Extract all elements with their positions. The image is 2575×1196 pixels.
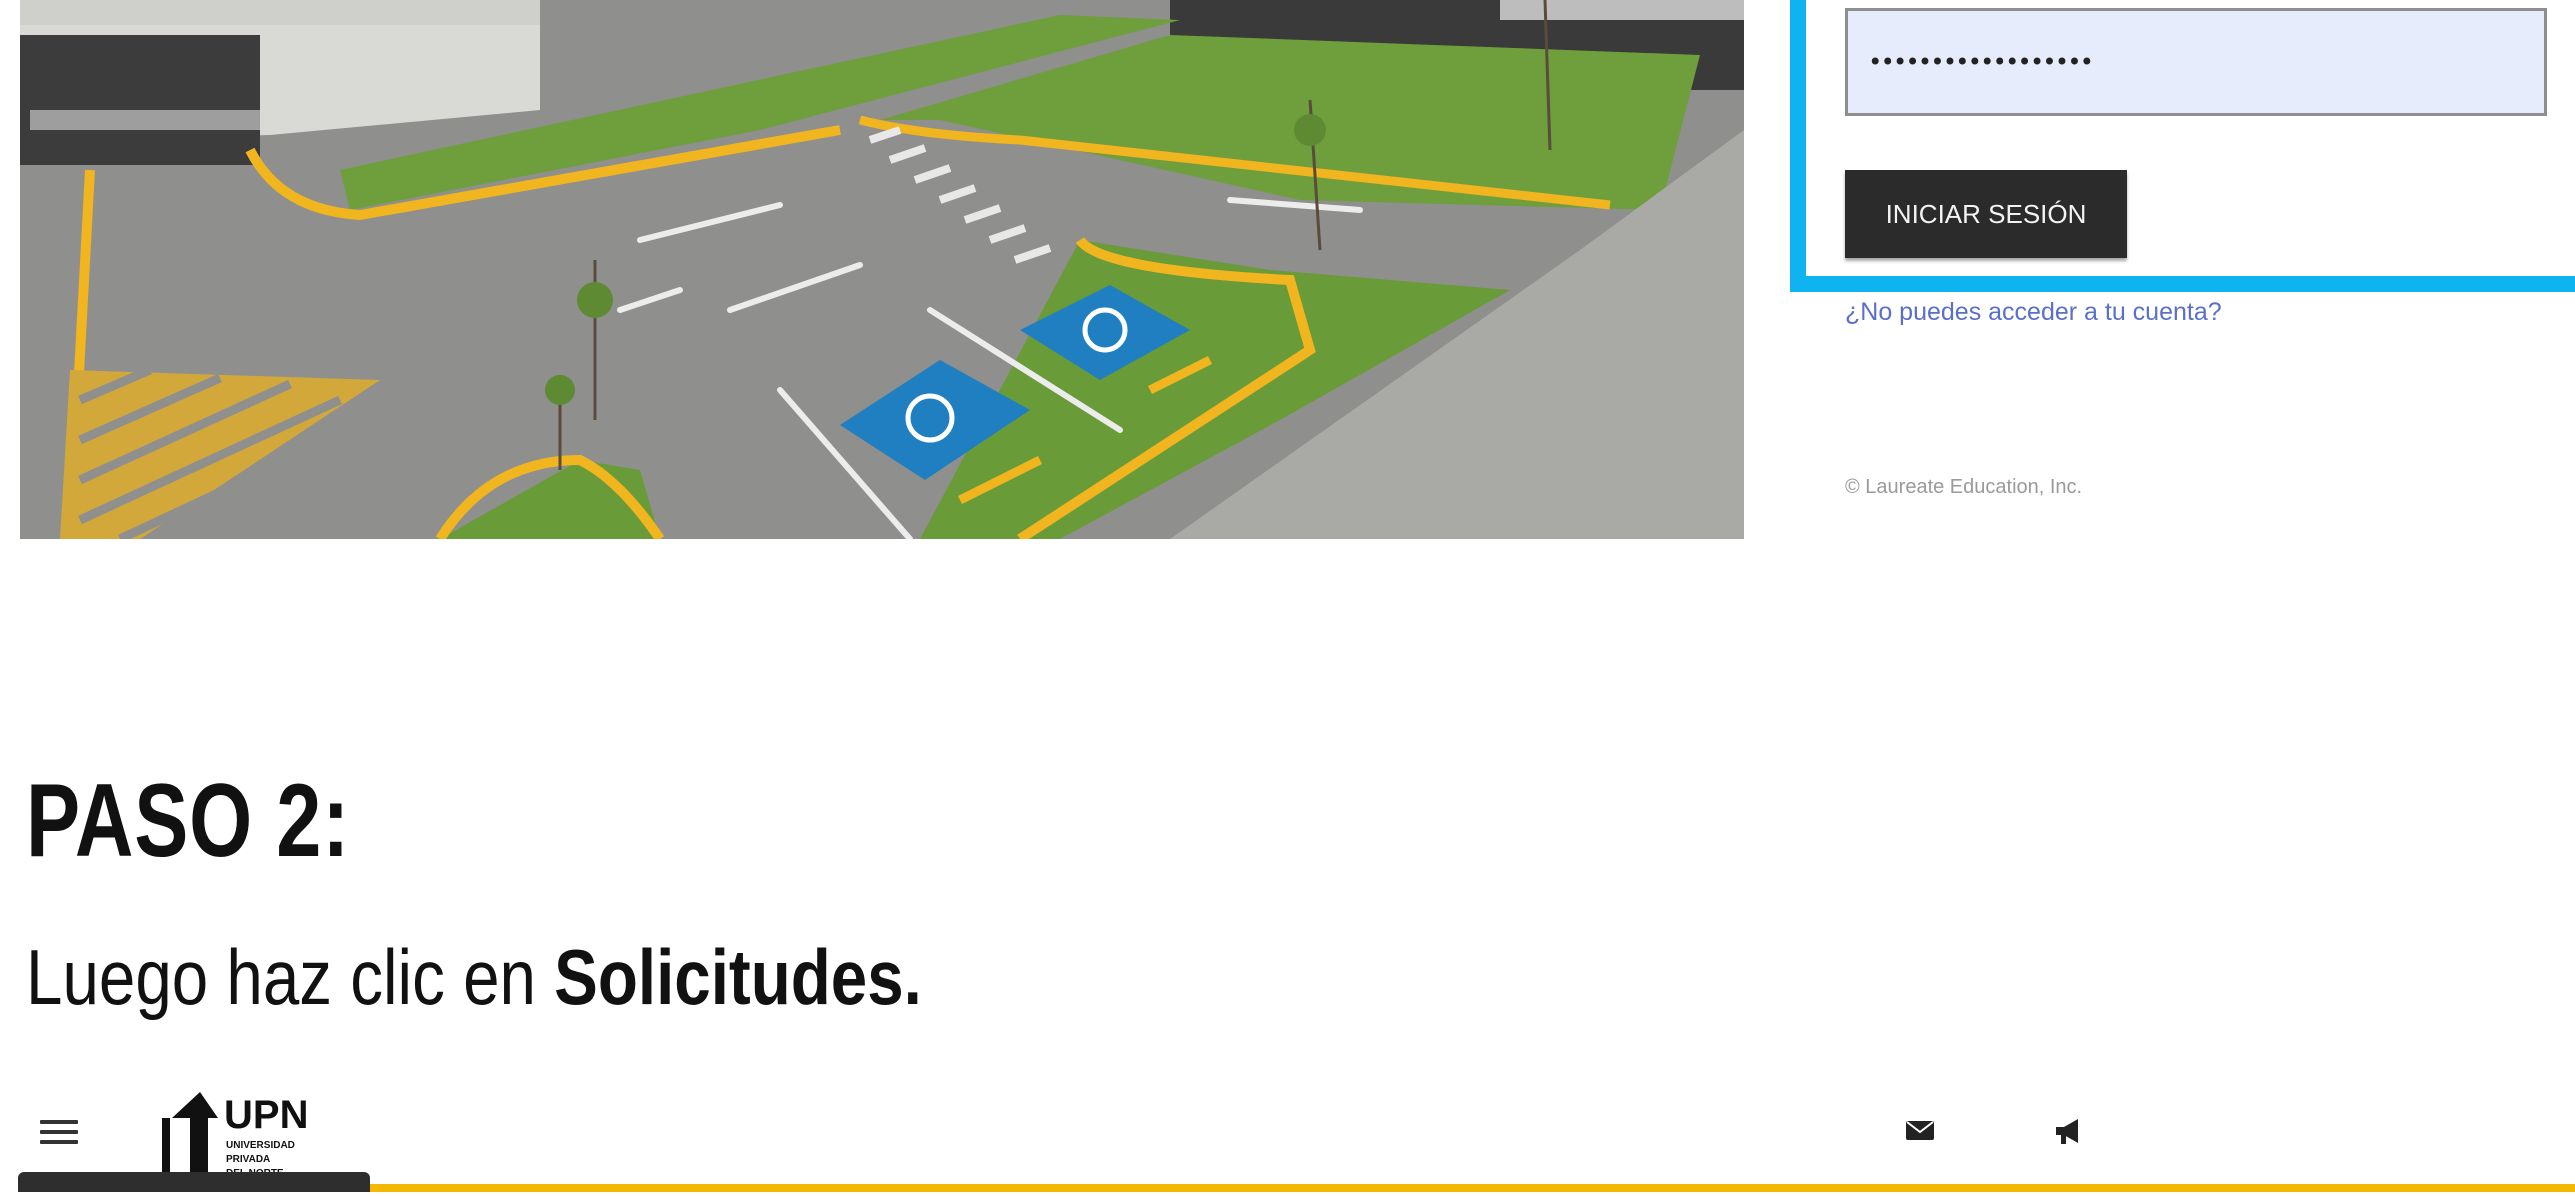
sidebar-tab [18, 1172, 370, 1192]
password-field[interactable] [1845, 8, 2547, 116]
megaphone-icon[interactable] [2052, 1116, 2084, 1146]
mail-icon[interactable] [1905, 1118, 1935, 1142]
step-title: PASO 2: [26, 763, 351, 879]
upn-logo-subtext-2: PRIVADA [226, 1154, 270, 1165]
step-instruction-text: Luego haz clic en [26, 933, 555, 1021]
menu-icon[interactable] [40, 1120, 78, 1150]
header-accent-bar [370, 1184, 2575, 1192]
portal-header [0, 1070, 2575, 1192]
step-instruction-highlight: Solicitudes. [554, 933, 922, 1021]
step-instruction: Luego haz clic en Solicitudes. [26, 932, 922, 1023]
forgot-account-link[interactable]: ¿No puedes acceder a tu cuenta? [1845, 298, 2222, 327]
copyright-text: © Laureate Education, Inc. [1845, 476, 2083, 498]
upn-logo-text: UPN [224, 1093, 308, 1137]
login-button[interactable]: INICIAR SESIÓN [1845, 170, 2127, 258]
campus-photo [20, 0, 1744, 539]
upn-logo-subtext-1: UNIVERSIDAD [226, 1140, 295, 1151]
